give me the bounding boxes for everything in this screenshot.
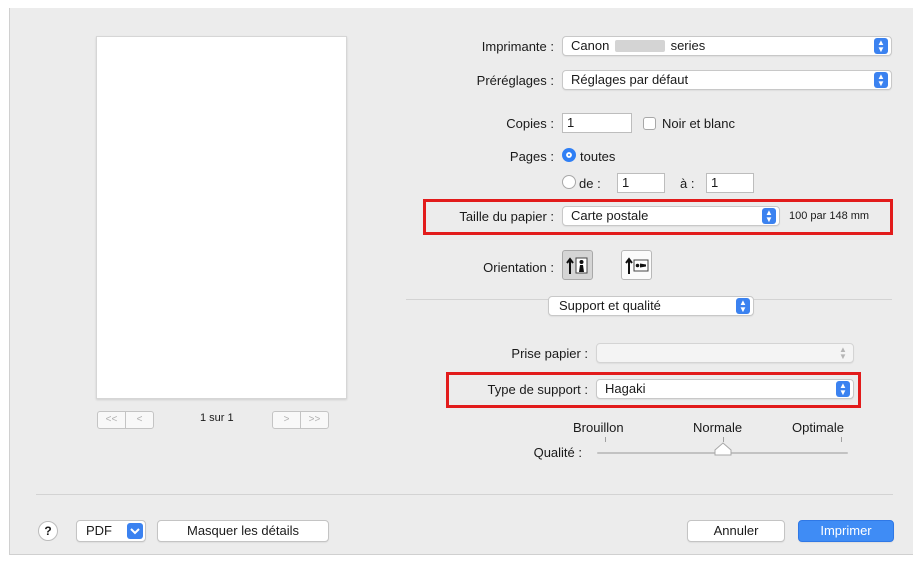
bw-label: Noir et blanc <box>662 116 735 131</box>
printer-label: Imprimante : <box>481 39 554 54</box>
copies-field[interactable]: 1 <box>562 113 632 133</box>
footer-separator <box>36 494 893 495</box>
help-button[interactable]: ? <box>38 521 58 541</box>
media-type-popup[interactable]: Hagaki ▲ ▼ <box>596 379 854 399</box>
paper-size-popup[interactable]: Carte postale ▲ ▼ <box>562 206 780 226</box>
printer-popup[interactable]: Canon series ▲ ▼ <box>562 36 892 56</box>
printer-name-prefix: Canon <box>571 38 610 53</box>
last-page-button[interactable]: >> <box>300 412 328 428</box>
pages-label: Pages : <box>509 149 554 164</box>
section-menu-value: Support et qualité <box>559 298 661 313</box>
pages-all-radio[interactable] <box>562 148 576 162</box>
pages-to-field[interactable]: 1 <box>706 173 754 193</box>
quality-slider-thumb[interactable] <box>713 442 733 457</box>
presets-popup[interactable]: Réglages par défaut ▲ ▼ <box>562 70 892 90</box>
page-counter: 1 sur 1 <box>200 412 234 424</box>
pages-to-label: à : <box>680 176 695 191</box>
portrait-button[interactable] <box>562 250 593 280</box>
prev-page-button[interactable]: < <box>125 412 153 428</box>
page-preview <box>96 36 347 399</box>
first-page-button[interactable]: << <box>98 412 125 428</box>
quality-level-normal: Normale <box>693 420 743 435</box>
quality-label: Qualité : <box>533 445 582 460</box>
pdf-menu-button[interactable]: PDF <box>76 520 146 542</box>
up-down-arrows-icon: ▲ ▼ <box>874 38 888 54</box>
portrait-orientation-icon <box>566 257 588 274</box>
quality-level-draft: Brouillon <box>573 420 624 435</box>
quality-tick <box>841 437 842 442</box>
presets-label: Préréglages : <box>476 73 554 88</box>
cancel-button[interactable]: Annuler <box>687 520 785 542</box>
printer-name-suffix: series <box>670 38 706 53</box>
paper-size-value: Carte postale <box>571 208 649 223</box>
bw-checkbox[interactable] <box>643 117 656 130</box>
orientation-label: Orientation : <box>483 260 554 275</box>
pages-range-radio[interactable] <box>562 175 576 189</box>
presets-value: Réglages par défaut <box>571 72 689 87</box>
copies-label: Copies : <box>506 116 554 131</box>
media-type-value: Hagaki <box>605 381 646 396</box>
preview-nav-back: << < <box>97 411 154 429</box>
pages-from-label: de : <box>579 176 601 191</box>
up-down-arrows-icon: ▲ ▼ <box>839 345 847 361</box>
pages-all-label: toutes <box>580 149 616 164</box>
hide-details-button[interactable]: Masquer les détails <box>157 520 329 542</box>
media-type-label: Type de support : <box>487 382 588 397</box>
quality-tick <box>605 437 606 442</box>
paper-source-popup[interactable]: ▲ ▼ <box>596 343 854 363</box>
up-down-arrows-icon: ▲ ▼ <box>836 381 850 397</box>
pages-from-field[interactable]: 1 <box>617 173 665 193</box>
landscape-orientation-icon <box>625 257 649 274</box>
quality-level-best: Optimale <box>792 420 845 435</box>
next-page-button[interactable]: > <box>273 412 300 428</box>
pdf-label: PDF <box>86 523 112 538</box>
section-menu-popup[interactable]: Support et qualité ▲ ▼ <box>548 296 754 316</box>
up-down-arrows-icon: ▲ ▼ <box>762 208 776 224</box>
paper-source-label: Prise papier : <box>511 346 588 361</box>
up-down-arrows-icon: ▲ ▼ <box>874 72 888 88</box>
up-down-arrows-icon: ▲ ▼ <box>736 298 750 314</box>
printer-name-redacted <box>614 40 665 52</box>
paper-size-label: Taille du papier : <box>459 209 554 224</box>
print-button[interactable]: Imprimer <box>798 520 894 542</box>
paper-dimensions: 100 par 148 mm <box>789 210 870 222</box>
chevron-down-icon <box>127 523 143 539</box>
landscape-button[interactable] <box>621 250 652 280</box>
preview-nav-forward: > >> <box>272 411 329 429</box>
